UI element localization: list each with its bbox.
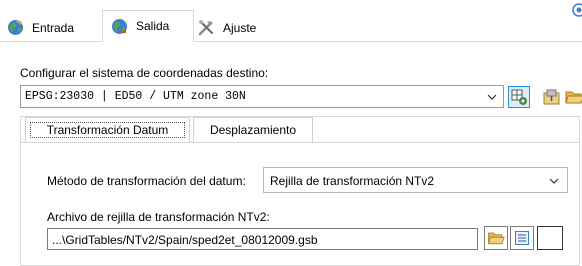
main-tab-strip: Entrada Salida Ajuste xyxy=(0,0,582,42)
grid-file-extra-button[interactable] xyxy=(537,226,563,250)
tab-salida-label: Salida xyxy=(136,19,170,33)
crs-open-button[interactable] xyxy=(564,86,582,108)
properties-icon xyxy=(543,89,560,105)
tab-transformacion-datum[interactable]: Transformación Datum xyxy=(25,117,190,143)
list-icon xyxy=(515,231,529,245)
grid-file-input[interactable]: ...\GridTables/NTv2/Spain/sped2et_080120… xyxy=(47,228,478,250)
crs-select-value: EPSG:23030 | ED50 / UTM zone 30N xyxy=(25,90,246,103)
tab-ajuste[interactable]: Ajuste xyxy=(198,14,256,41)
crs-settings-button[interactable] xyxy=(508,86,530,108)
grid-file-value: ...\GridTables/NTv2/Spain/sped2et_080120… xyxy=(52,233,318,247)
tab-strip-divider xyxy=(0,41,582,42)
folder-open-icon xyxy=(565,91,582,104)
crs-select[interactable]: EPSG:23030 | ED50 / UTM zone 30N xyxy=(20,85,504,108)
crs-properties-button[interactable] xyxy=(541,86,563,108)
folder-open-icon xyxy=(488,232,505,245)
datum-method-select[interactable]: Rejilla de transformación NTv2 xyxy=(263,167,568,193)
tab-entrada-label: Entrada xyxy=(32,20,75,35)
globe-arrow-icon xyxy=(112,18,127,34)
tools-icon xyxy=(198,20,213,36)
chevron-down-icon xyxy=(487,94,497,100)
subtab-divider xyxy=(21,142,579,143)
tab-desplazamiento[interactable]: Desplazamiento xyxy=(193,117,313,143)
tab-desplazamiento-label: Desplazamiento xyxy=(209,123,297,137)
grid-file-list-button[interactable] xyxy=(510,226,534,250)
tab-salida[interactable]: Salida xyxy=(102,10,194,42)
grid-file-label: Archivo de rejilla de transformación NTv… xyxy=(47,210,270,224)
datum-method-value: Rejilla de transformación NTv2 xyxy=(270,174,435,188)
globe-arrow-icon xyxy=(8,20,23,35)
chevron-down-icon xyxy=(549,178,559,184)
datum-method-label: Método de transformación del datum: xyxy=(47,174,246,188)
info-icon[interactable] xyxy=(572,3,582,17)
grid-settings-icon xyxy=(511,89,527,105)
tab-ajuste-label: Ajuste xyxy=(223,20,257,35)
crs-label: Configurar el sistema de coordenadas des… xyxy=(20,66,269,80)
focus-rectangle xyxy=(30,122,185,138)
grid-file-open-button[interactable] xyxy=(484,226,508,250)
tab-entrada[interactable]: Entrada xyxy=(7,14,74,41)
